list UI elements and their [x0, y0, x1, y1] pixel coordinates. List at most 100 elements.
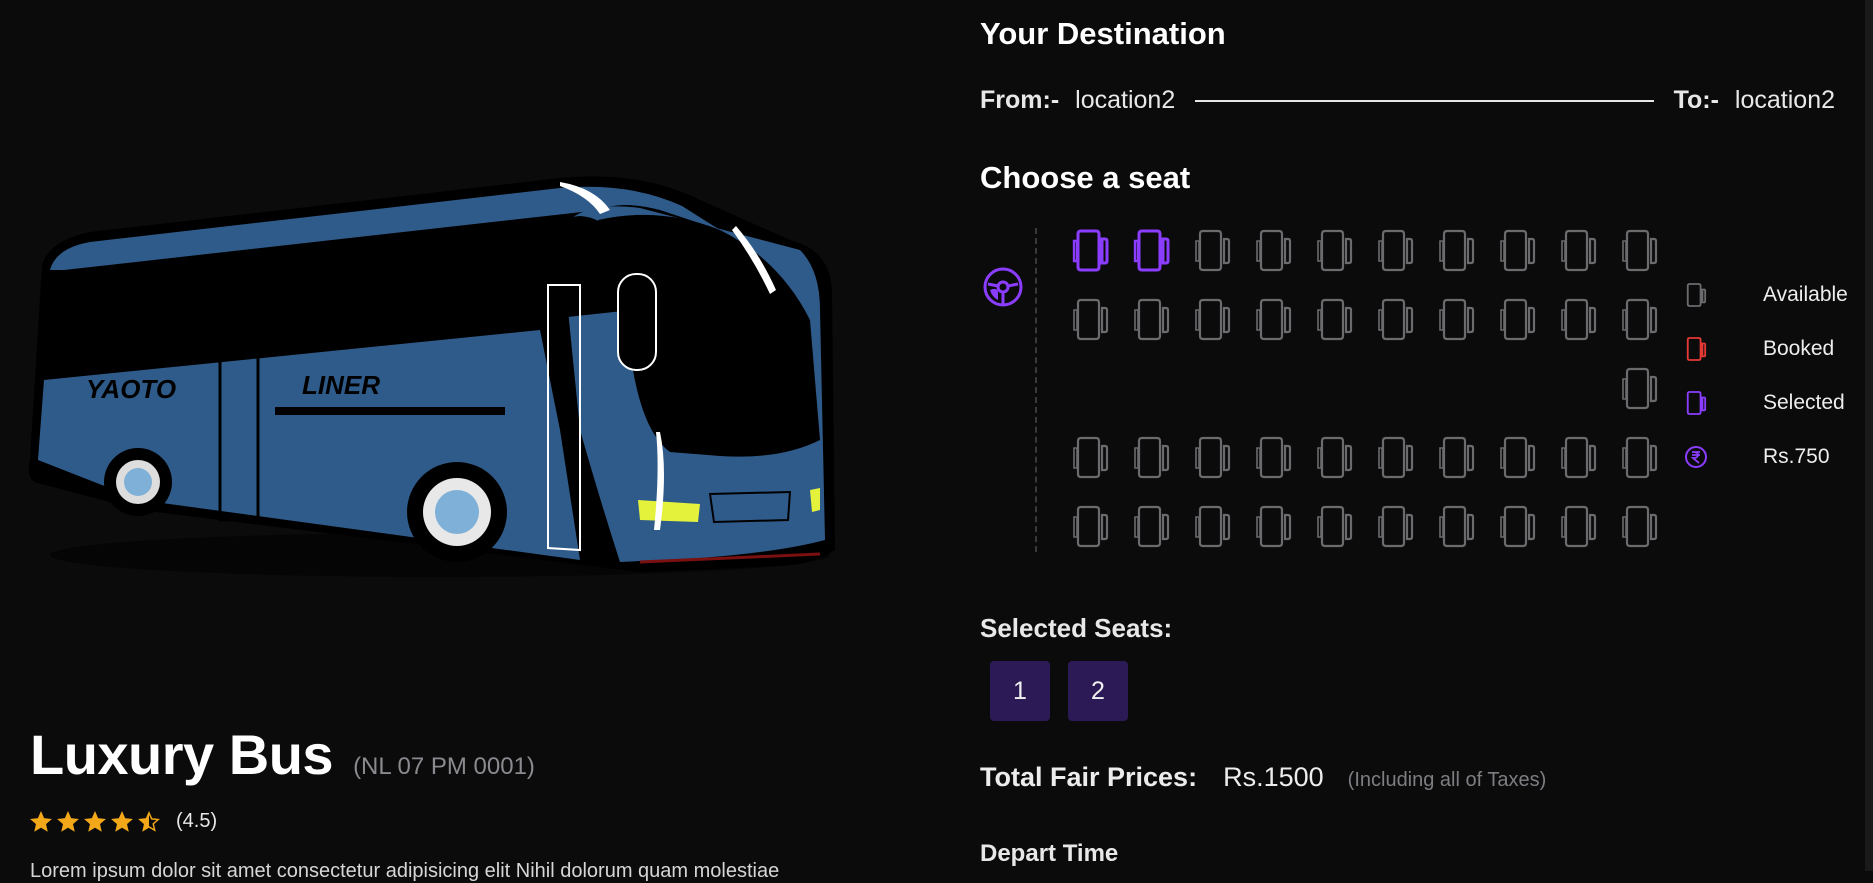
seat-icon	[1317, 298, 1353, 341]
seat-icon	[1439, 298, 1475, 341]
seat-9[interactable]	[1560, 227, 1598, 273]
seat-4[interactable]	[1255, 227, 1293, 273]
seat-39[interactable]	[1499, 503, 1537, 549]
seat-icon	[1195, 298, 1231, 341]
seat-icon	[1622, 229, 1658, 272]
from-value: location2	[1075, 86, 1176, 114]
selected-seat-chip[interactable]: 1	[990, 661, 1050, 721]
seat-icon	[1622, 298, 1658, 341]
legend-available: Available	[1683, 268, 1848, 322]
seat-icon	[1317, 229, 1353, 272]
total-price-row: Total Fair Prices: Rs.1500 (Including al…	[980, 762, 1546, 793]
seat-icon	[1134, 298, 1170, 341]
seat-icon	[1073, 505, 1109, 548]
seat-23[interactable]	[1133, 434, 1171, 480]
total-price-label: Total Fair Prices:	[980, 762, 1198, 792]
seat-icon	[1561, 298, 1597, 341]
seat-icon	[1561, 229, 1597, 272]
seat-icon	[1439, 436, 1475, 479]
seat-3[interactable]	[1194, 227, 1232, 273]
seat-icon	[1500, 436, 1536, 479]
page-scrollbar[interactable]	[1865, 0, 1873, 871]
seat-38[interactable]	[1438, 503, 1476, 549]
seat-16[interactable]	[1377, 296, 1415, 342]
seat-6[interactable]	[1377, 227, 1415, 273]
rating-value: (4.5)	[176, 810, 218, 832]
seat-37[interactable]	[1377, 503, 1415, 549]
seat-5[interactable]	[1316, 227, 1354, 273]
legend-price: Rs.750	[1683, 430, 1848, 484]
seat-29[interactable]	[1499, 434, 1537, 480]
seat-icon	[1561, 505, 1597, 548]
to-label: To:-	[1673, 86, 1719, 114]
seat-22[interactable]	[1072, 434, 1110, 480]
seat-28[interactable]	[1438, 434, 1476, 480]
seat-2[interactable]	[1133, 227, 1171, 273]
legend-booked: Booked	[1683, 322, 1848, 376]
seat-1[interactable]	[1072, 227, 1110, 273]
seat-icon	[1378, 505, 1414, 548]
selected-seats-heading: Selected Seats:	[980, 613, 1173, 643]
seat-35[interactable]	[1255, 503, 1293, 549]
seat-34[interactable]	[1194, 503, 1232, 549]
seat-19[interactable]	[1560, 296, 1598, 342]
legend-available-label: Available	[1763, 283, 1848, 306]
seat-40[interactable]	[1560, 503, 1598, 549]
star-full-icon	[57, 810, 79, 832]
seat-25[interactable]	[1255, 434, 1293, 480]
legend-booked-label: Booked	[1763, 337, 1835, 360]
seat-14[interactable]	[1255, 296, 1293, 342]
seat-26[interactable]	[1316, 434, 1354, 480]
seat-7[interactable]	[1438, 227, 1476, 273]
selected-seat-chip[interactable]: 2	[1068, 661, 1128, 721]
legend-selected: Selected	[1683, 376, 1848, 430]
seat-icon	[1134, 436, 1170, 479]
seat-10[interactable]	[1621, 227, 1659, 273]
booking-panel: Your Destination From:- location2 To:- l…	[980, 0, 1873, 871]
seat-24[interactable]	[1194, 434, 1232, 480]
seat-icon	[1256, 229, 1292, 272]
seat-icon	[1378, 229, 1414, 272]
seat-36[interactable]	[1316, 503, 1354, 549]
depart-time-heading: Depart Time	[980, 840, 1119, 867]
seat-41[interactable]	[1621, 503, 1659, 549]
seat-booked-icon	[1683, 335, 1709, 363]
seat-27[interactable]	[1377, 434, 1415, 480]
seat-18[interactable]	[1499, 296, 1537, 342]
seat-icon	[1195, 229, 1231, 272]
seat-8[interactable]	[1499, 227, 1537, 273]
seat-selected-icon	[1683, 389, 1709, 417]
seat-21[interactable]	[1621, 365, 1659, 411]
driver-divider	[1035, 228, 1037, 552]
star-full-icon	[30, 810, 52, 832]
bus-title-row: Luxury Bus (NL 07 PM 0001)	[30, 722, 535, 787]
seat-icon	[1439, 505, 1475, 548]
star-full-icon	[84, 810, 106, 832]
seat-icon	[1500, 298, 1536, 341]
seat-32[interactable]	[1072, 503, 1110, 549]
from-label: From:-	[980, 86, 1060, 114]
seat-icon	[1073, 436, 1109, 479]
seat-icon	[1439, 229, 1475, 272]
bus-body-text-left: YAOTO	[86, 374, 176, 404]
selected-seat-chips: 1 2	[990, 661, 1128, 721]
seat-icon	[1378, 436, 1414, 479]
to-value: location2	[1734, 86, 1835, 114]
seat-icon	[1500, 229, 1536, 272]
seat-legend: Available Booked Selected Rs.750	[1683, 268, 1848, 484]
seat-17[interactable]	[1438, 296, 1476, 342]
seat-icon	[1622, 367, 1658, 410]
seat-31[interactable]	[1621, 434, 1659, 480]
seat-13[interactable]	[1194, 296, 1232, 342]
legend-selected-label: Selected	[1763, 391, 1845, 414]
bus-rating: (4.5)	[30, 810, 217, 833]
seat-20[interactable]	[1621, 296, 1659, 342]
seat-icon	[1256, 436, 1292, 479]
seat-33[interactable]	[1133, 503, 1171, 549]
seat-15[interactable]	[1316, 296, 1354, 342]
seat-icon	[1378, 298, 1414, 341]
seat-30[interactable]	[1560, 434, 1598, 480]
seat-11[interactable]	[1072, 296, 1110, 342]
seat-icon	[1256, 505, 1292, 548]
seat-12[interactable]	[1133, 296, 1171, 342]
